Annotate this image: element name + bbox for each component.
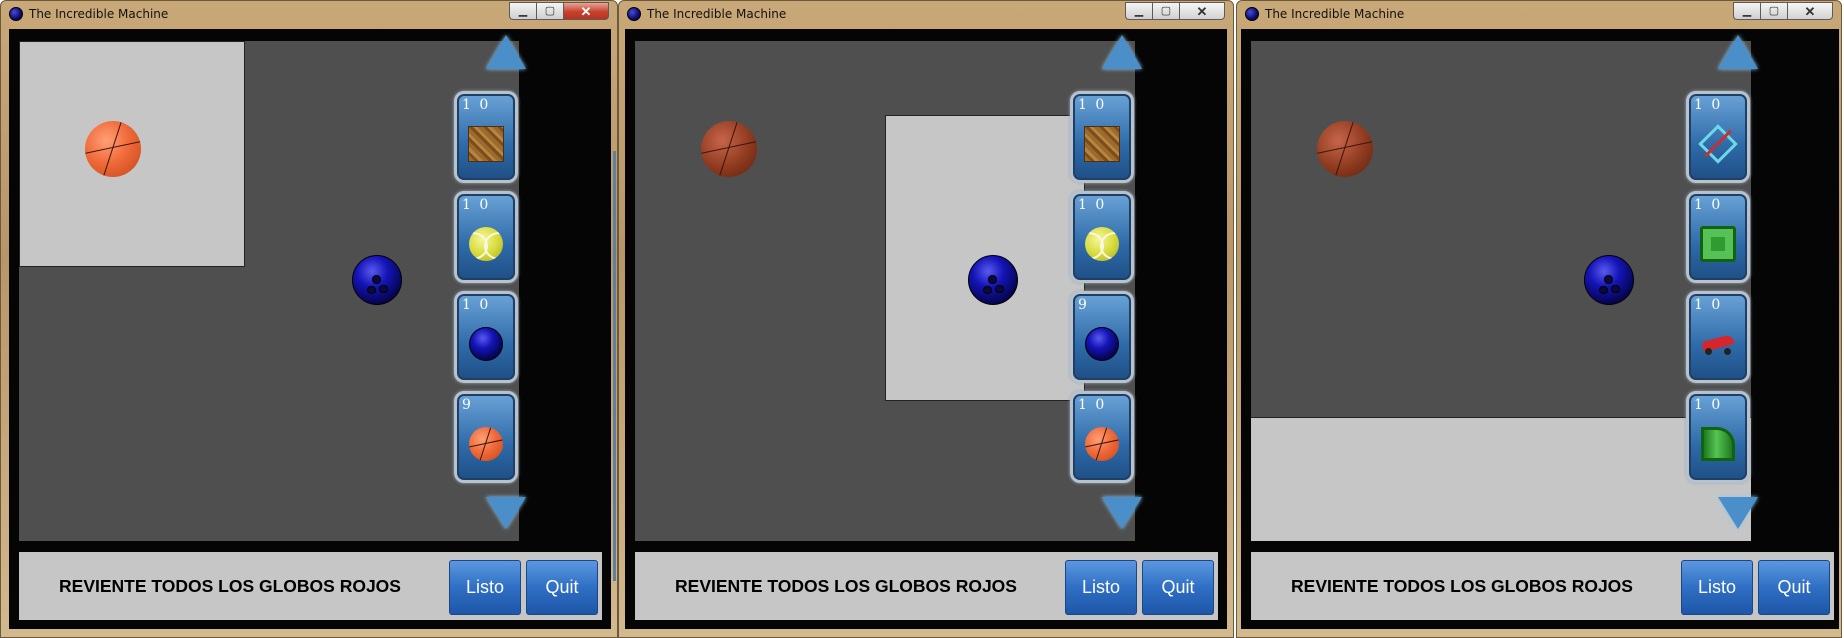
- play-area[interactable]: [635, 41, 1135, 541]
- maximize-button[interactable]: ▢: [1152, 2, 1179, 20]
- basketball[interactable]: [701, 121, 757, 177]
- minimize-button[interactable]: ▁: [1125, 2, 1152, 20]
- item-count: 1 0: [1078, 97, 1107, 113]
- inventory-slot-tennis-ball[interactable]: 1 0: [454, 191, 518, 283]
- scroll-up-arrow-icon[interactable]: [1718, 35, 1758, 69]
- close-button[interactable]: ✕: [563, 2, 609, 20]
- scroll-down-arrow-icon[interactable]: [1102, 497, 1142, 529]
- item-count: 9: [1078, 297, 1089, 313]
- play-area[interactable]: [1251, 41, 1751, 541]
- goal-text: REVIENTE TODOS LOS GLOBOS ROJOS: [675, 576, 1017, 596]
- scroll-down-arrow-icon[interactable]: [486, 497, 526, 529]
- listo-button[interactable]: Listo: [1065, 560, 1137, 615]
- app-icon: [9, 7, 23, 21]
- close-button[interactable]: ✕: [1179, 2, 1225, 20]
- item-count: 9: [462, 397, 473, 413]
- inventory-slot-crate[interactable]: 1 0: [1070, 91, 1134, 183]
- bow-arrow-icon: [1698, 124, 1738, 164]
- inventory-slot-basketball[interactable]: 1 0: [1070, 391, 1134, 483]
- listo-button[interactable]: Listo: [1681, 560, 1753, 615]
- bowling-ball-icon: [1085, 326, 1119, 361]
- inventory-slot-pipe-elbow[interactable]: 1 0: [1686, 391, 1750, 483]
- item-count: 1 0: [1078, 197, 1107, 213]
- quit-button[interactable]: Quit: [526, 560, 598, 615]
- window-title: The Incredible Machine: [29, 7, 169, 21]
- game-window-3: The Incredible Machine ▁ ▢ ✕ 1 0 1 0 1 0: [1236, 0, 1842, 638]
- item-count: 1 0: [462, 297, 491, 313]
- inventory-slot-bow[interactable]: 1 0: [1686, 91, 1750, 183]
- basketball[interactable]: [85, 121, 141, 177]
- app-icon: [1245, 7, 1259, 21]
- wood-crate-icon: [468, 125, 504, 162]
- basketball[interactable]: [1317, 121, 1373, 177]
- scroll-up-arrow-icon[interactable]: [486, 35, 526, 69]
- item-count: 1 0: [1694, 297, 1723, 313]
- item-count: 1 0: [1078, 397, 1107, 413]
- green-pipe-square-icon: [1700, 225, 1736, 262]
- window-title: The Incredible Machine: [647, 7, 787, 21]
- scroll-up-arrow-icon[interactable]: [1102, 35, 1142, 69]
- bowling-ball[interactable]: [968, 255, 1018, 305]
- title-bar[interactable]: The Incredible Machine ▁ ▢ ✕: [1, 1, 617, 27]
- title-bar[interactable]: The Incredible Machine ▁ ▢ ✕: [619, 1, 1233, 27]
- tennis-ball-icon: [1085, 226, 1119, 261]
- game-window-1: The Incredible Machine ▁ ▢ ✕ 1 0 1 0 1 0: [0, 0, 618, 638]
- listo-button[interactable]: Listo: [449, 560, 521, 615]
- basketball-icon: [1085, 426, 1119, 461]
- inventory-slot-crate[interactable]: 1 0: [454, 91, 518, 183]
- goal-text: REVIENTE TODOS LOS GLOBOS ROJOS: [1291, 576, 1633, 596]
- bowling-ball[interactable]: [1584, 255, 1634, 305]
- item-count: 1 0: [1694, 397, 1723, 413]
- inventory-slot-bowling-ball[interactable]: 9: [1070, 291, 1134, 383]
- maximize-button[interactable]: ▢: [1760, 2, 1787, 20]
- bowling-ball-icon: [469, 326, 503, 361]
- bottom-panel: REVIENTE TODOS LOS GLOBOS ROJOS Listo Qu…: [19, 552, 602, 620]
- bottom-panel: REVIENTE TODOS LOS GLOBOS ROJOS Listo Qu…: [1251, 552, 1834, 620]
- close-button[interactable]: ✕: [1787, 2, 1833, 20]
- inventory-slot-toy-car[interactable]: 1 0: [1686, 291, 1750, 383]
- inventory-slot-basketball[interactable]: 9: [454, 391, 518, 483]
- drop-zone[interactable]: [1251, 417, 1751, 541]
- inventory-slot-bowling-ball[interactable]: 1 0: [454, 291, 518, 383]
- game-client-area: 1 0 1 0 1 0 9 REVIENTE TODOS LOS GLOBOS …: [9, 29, 611, 629]
- bottom-panel: REVIENTE TODOS LOS GLOBOS ROJOS Listo Qu…: [635, 552, 1218, 620]
- window-title: The Incredible Machine: [1265, 7, 1405, 21]
- item-count: 1 0: [1694, 197, 1723, 213]
- basketball-icon: [469, 426, 503, 461]
- quit-button[interactable]: Quit: [1758, 560, 1830, 615]
- wood-crate-icon: [1084, 125, 1120, 162]
- inventory-slot-tennis-ball[interactable]: 1 0: [1070, 191, 1134, 283]
- maximize-button[interactable]: ▢: [536, 2, 563, 20]
- quit-button[interactable]: Quit: [1142, 560, 1214, 615]
- red-toy-car-icon: [1700, 332, 1736, 356]
- green-pipe-elbow-icon: [1701, 426, 1735, 461]
- play-area[interactable]: [19, 41, 519, 541]
- game-window-2: The Incredible Machine ▁ ▢ ✕ 1 0 1 0 9 1…: [618, 0, 1234, 638]
- item-count: 1 0: [462, 97, 491, 113]
- inventory-slot-pipe-square[interactable]: 1 0: [1686, 191, 1750, 283]
- scroll-down-arrow-icon[interactable]: [1718, 497, 1758, 529]
- title-bar[interactable]: The Incredible Machine ▁ ▢ ✕: [1237, 1, 1841, 27]
- bowling-ball[interactable]: [352, 255, 402, 305]
- game-client-area: 1 0 1 0 9 1 0 REVIENTE TODOS LOS GLOBOS …: [625, 29, 1227, 629]
- minimize-button[interactable]: ▁: [509, 2, 536, 20]
- item-count: 1 0: [462, 197, 491, 213]
- game-client-area: 1 0 1 0 1 0 1 0 REVIENTE TODOS LOS GLOBO…: [1241, 29, 1839, 629]
- minimize-button[interactable]: ▁: [1733, 2, 1760, 20]
- tennis-ball-icon: [469, 226, 503, 261]
- app-icon: [627, 7, 641, 21]
- item-count: 1 0: [1694, 97, 1723, 113]
- window-edge: [613, 151, 616, 581]
- goal-text: REVIENTE TODOS LOS GLOBOS ROJOS: [59, 576, 401, 596]
